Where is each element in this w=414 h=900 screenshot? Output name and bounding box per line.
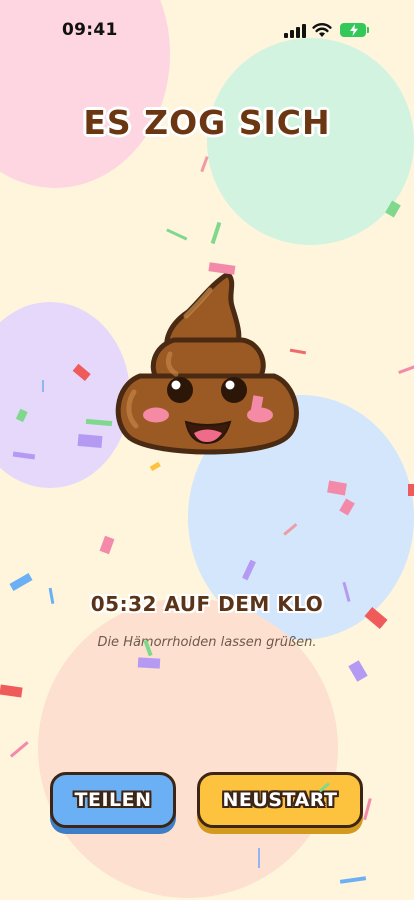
restart-button[interactable]: NEUSTART bbox=[197, 772, 363, 828]
result-title: ES ZOG SICH bbox=[83, 103, 331, 142]
status-time: 09:41 bbox=[62, 20, 118, 40]
result-quip: Die Hämorrhoiden lassen grüßen. bbox=[97, 635, 317, 650]
status-bar: 09:41 bbox=[0, 0, 414, 60]
signal-icon bbox=[284, 24, 306, 38]
toilet-time-result: 05:32 AUF DEM KLO bbox=[90, 592, 324, 616]
share-button[interactable]: TEILEN bbox=[50, 772, 176, 828]
wifi-icon bbox=[312, 23, 332, 37]
battery-charging-icon bbox=[340, 23, 369, 37]
result-screen: 09:41 ES ZOG SICH 05:32 AUF DEM KLO Die … bbox=[0, 0, 414, 900]
poop-emoji-icon bbox=[115, 271, 299, 455]
